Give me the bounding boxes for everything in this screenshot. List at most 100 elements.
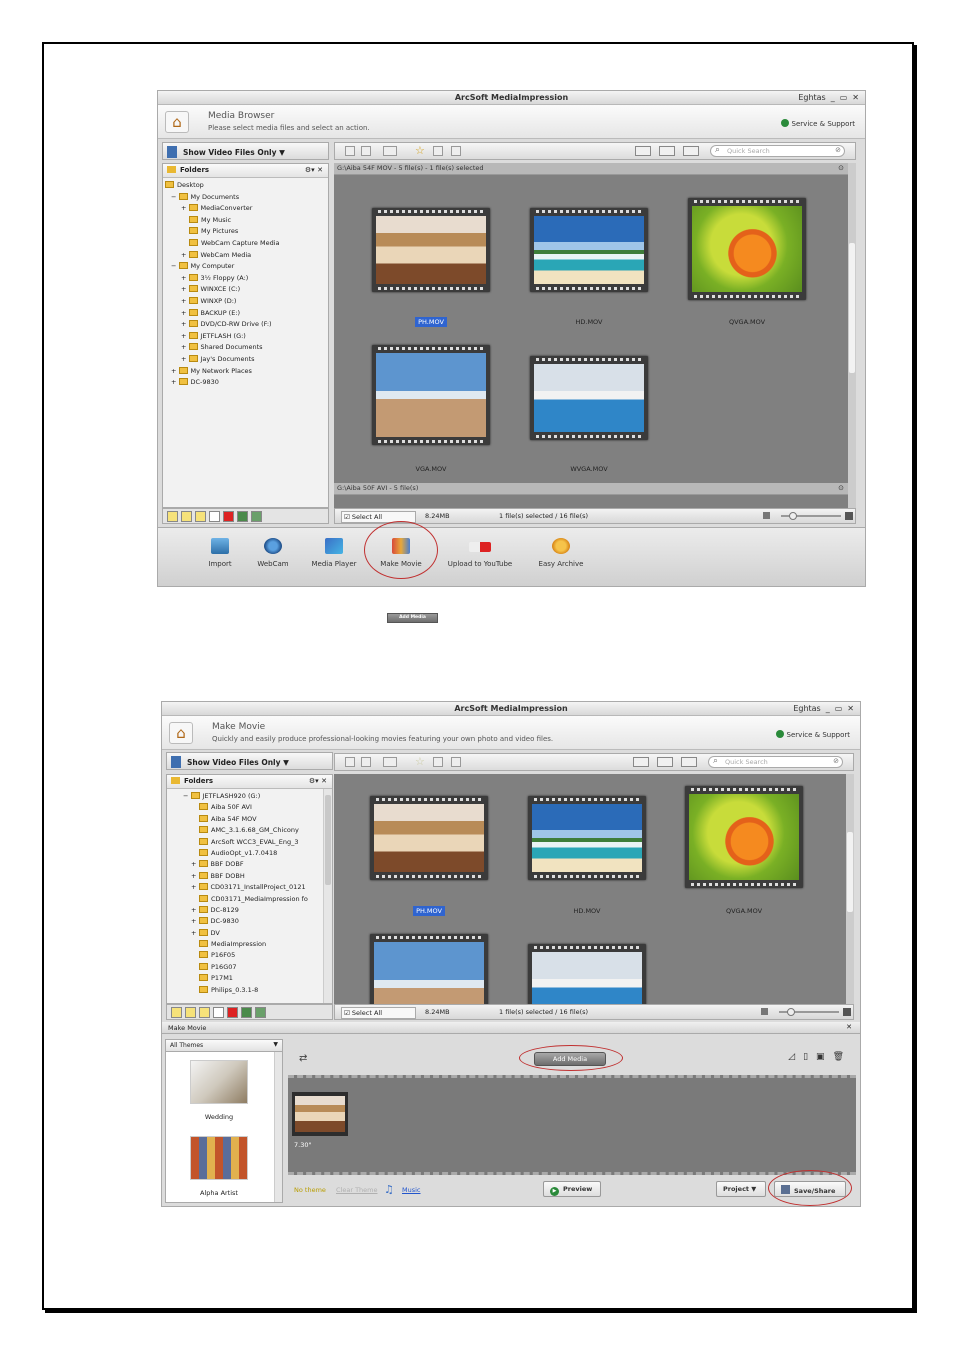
tree-item[interactable]: + Shared Documents <box>165 342 316 354</box>
select-all-checkbox[interactable]: Select All <box>341 1007 416 1019</box>
tree-item[interactable]: ArcSoft WCC3_EVAL_Eng_3 <box>169 837 320 848</box>
zoom-slider[interactable] <box>763 512 853 520</box>
tree-item[interactable]: − JETFLASH920 (G:) <box>169 791 320 802</box>
trash-icon[interactable] <box>451 757 461 767</box>
tree-item[interactable]: + Jay's Documents <box>165 354 316 366</box>
tree-item[interactable]: AMC_3.1.6.68_GM_Chicony <box>169 825 320 836</box>
search-input[interactable]: Quick Search <box>708 756 843 768</box>
webcam-button[interactable]: WebCam <box>243 538 303 568</box>
collapse-icon[interactable]: ⊙ <box>838 484 844 492</box>
scrollbar-thumb[interactable] <box>325 795 331 885</box>
show-files-dropdown[interactable]: Show Video Files Only ▼ <box>166 752 333 770</box>
tree-item[interactable]: + JETFLASH (G:) <box>165 331 316 343</box>
close-icon[interactable]: ✕ <box>852 93 859 102</box>
tree-item[interactable]: Aiba 54F MOV <box>169 814 320 825</box>
thumbnail[interactable] <box>688 198 806 300</box>
project-dropdown[interactable]: Project ▼ <box>716 1181 766 1197</box>
home-icon[interactable]: ⌂ <box>169 722 193 744</box>
tag-icon[interactable] <box>433 757 443 767</box>
rotate-left-icon[interactable] <box>345 757 355 767</box>
tree-item[interactable]: Aiba 50F AVI <box>169 802 320 813</box>
thumbnail[interactable] <box>370 934 488 1004</box>
thumbnail-caption[interactable]: VGA.MOV <box>372 465 490 473</box>
search-input[interactable]: Quick Search <box>710 145 845 157</box>
rotate-icon[interactable]: ◿ <box>788 1052 795 1062</box>
music-link[interactable]: Music <box>402 1186 421 1194</box>
tree-item[interactable]: + WINXP (D:) <box>165 296 316 308</box>
page-icon[interactable]: ▯ <box>803 1052 808 1062</box>
thumbnail-caption[interactable]: HD.MOV <box>530 318 648 326</box>
thumbnail-caption[interactable]: QVGA.MOV <box>688 318 806 326</box>
flag-icon[interactable] <box>227 1007 238 1018</box>
sort-icon[interactable] <box>659 146 675 156</box>
rotate-right-icon[interactable] <box>361 146 371 156</box>
tree-item[interactable]: + My Network Places <box>165 366 316 378</box>
media-player-button[interactable]: Media Player <box>304 538 364 568</box>
maximize-icon[interactable]: ▭ <box>835 704 843 713</box>
thumbnail[interactable] <box>685 786 803 888</box>
minimize-icon[interactable]: _ <box>831 93 835 102</box>
tree-item[interactable]: Philips_0.3.1-8 <box>169 985 320 996</box>
tree-item[interactable]: + BBF DOBF <box>169 859 320 870</box>
theme-thumbnail[interactable] <box>190 1136 248 1180</box>
gear-icon[interactable]: ⚙▾ ✕ <box>305 166 323 174</box>
flag-icon[interactable] <box>223 511 234 522</box>
tree-item[interactable]: P16G07 <box>169 962 320 973</box>
theme-editor-icon[interactable]: ⇄ <box>299 1053 307 1064</box>
clear-theme-link[interactable]: Clear Theme <box>336 1186 378 1194</box>
minimize-icon[interactable]: _ <box>826 704 830 713</box>
tree-item[interactable]: + MediaConverter <box>165 203 316 215</box>
scrollbar-thumb[interactable] <box>849 243 855 373</box>
tree-item[interactable]: My Pictures <box>165 226 316 238</box>
star-icon[interactable] <box>195 511 206 522</box>
calendar-icon[interactable] <box>241 1007 252 1018</box>
zoom-slider-handle[interactable] <box>787 1008 795 1016</box>
folder-tool-icon[interactable] <box>167 511 178 522</box>
tree-item[interactable]: + DV <box>169 928 320 939</box>
tree-item[interactable]: Desktop <box>165 180 316 192</box>
tree-item[interactable]: MediaImpression <box>169 939 320 950</box>
calendar-icon[interactable] <box>237 511 248 522</box>
themes-dropdown[interactable]: All Themes <box>166 1040 282 1052</box>
theme-thumbnail[interactable] <box>190 1060 248 1104</box>
tree-item[interactable]: + DC-9830 <box>169 916 320 927</box>
easy-archive-button[interactable]: Easy Archive <box>531 538 591 568</box>
upload-youtube-button[interactable]: Upload to YouTube <box>440 538 520 568</box>
tag-icon[interactable] <box>209 511 220 522</box>
scrollbar-thumb[interactable] <box>847 832 853 912</box>
tree-item[interactable]: + CD03171_InstallProject_0121 <box>169 882 320 893</box>
thumbnail-caption[interactable]: QVGA.MOV <box>685 907 803 915</box>
tree-item[interactable]: + BBF DOBH <box>169 871 320 882</box>
tree-item[interactable]: − My Computer <box>165 261 316 273</box>
grid-scrollbar[interactable] <box>846 774 854 1004</box>
rotate-left-icon[interactable] <box>345 146 355 156</box>
star-icon[interactable]: ☆ <box>415 755 425 768</box>
collapse-icon[interactable]: ⊙ <box>838 164 844 172</box>
tree-item[interactable]: − My Documents <box>165 192 316 204</box>
folder-tool-icon[interactable] <box>171 1007 182 1018</box>
view-mode-icon[interactable] <box>635 146 651 156</box>
service-support-link[interactable]: Service & Support <box>780 119 855 128</box>
thumbnail-caption[interactable]: PH.MOV <box>372 317 490 327</box>
tree-item[interactable]: + 3½ Floppy (A:) <box>165 273 316 285</box>
filter-icon[interactable] <box>683 146 699 156</box>
tree-item[interactable]: + WINXCE (C:) <box>165 284 316 296</box>
close-icon[interactable]: ✕ <box>847 704 854 713</box>
tree-item[interactable]: CD03171_MediaImpression fo <box>169 894 320 905</box>
folder-tool-icon[interactable] <box>185 1007 196 1018</box>
thumbnail[interactable] <box>530 356 648 440</box>
map-icon[interactable] <box>251 511 262 522</box>
rotate-right-icon[interactable] <box>361 757 371 767</box>
view-mode-icon[interactable] <box>633 757 649 767</box>
tree-item[interactable]: + WebCam Media <box>165 250 316 262</box>
tag-icon[interactable] <box>213 1007 224 1018</box>
trash-icon[interactable]: 🗑 <box>833 1052 844 1062</box>
trash-icon[interactable] <box>451 146 461 156</box>
thumbnail[interactable] <box>528 796 646 880</box>
themes-scrollbar[interactable] <box>274 1052 282 1202</box>
star-icon[interactable] <box>199 1007 210 1018</box>
tree-item[interactable]: My Music <box>165 215 316 227</box>
show-files-dropdown[interactable]: Show Video Files Only ▼ <box>162 142 329 160</box>
thumbnail[interactable] <box>530 208 648 292</box>
star-icon[interactable]: ☆ <box>415 144 425 157</box>
